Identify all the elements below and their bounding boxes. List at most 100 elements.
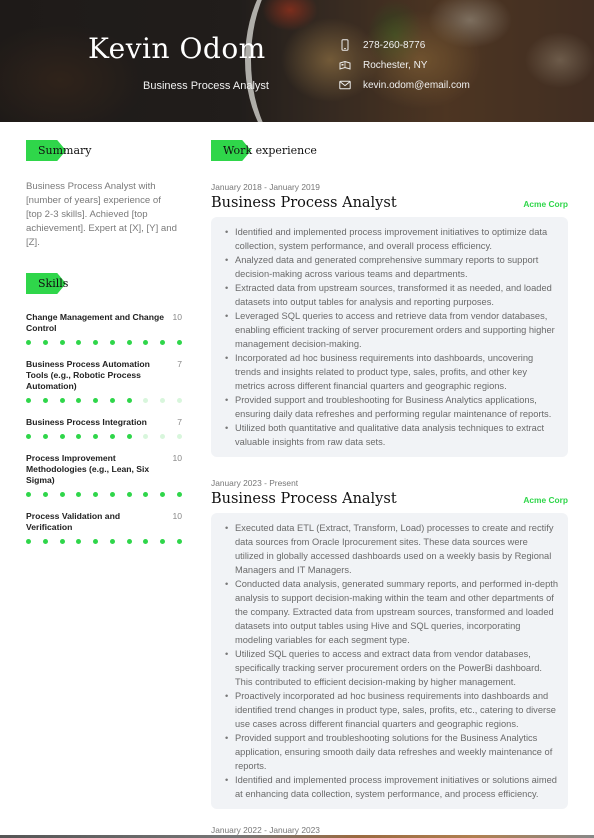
job-entry: January 2023 - Present Business Process A… (211, 478, 568, 809)
right-column: Work experience January 2018 - January 2… (211, 140, 568, 809)
rating-dot-filled (109, 340, 115, 345)
rating-dot-filled (76, 340, 82, 345)
rating-dot-filled (93, 492, 99, 497)
skill-level: 10 (172, 453, 182, 463)
rating-dot-filled (26, 492, 31, 497)
skill-level: 10 (172, 312, 182, 322)
summary-text: Business Process Analyst with [number of… (26, 181, 177, 248)
rating-dot-filled (26, 398, 31, 403)
skill-row: Process Improvement Methodologies (e.g.,… (26, 453, 182, 486)
rating-dot-empty (143, 398, 149, 403)
rating-dot-filled (143, 492, 149, 497)
rating-dot-filled (26, 340, 31, 345)
rating-dot-filled (42, 340, 48, 345)
job-date: January 2022 - January 2023 (211, 825, 320, 835)
job-bullet: Provided support and troubleshooting for… (225, 393, 558, 421)
header-banner: Kevin Odom Business Process Analyst 278-… (0, 0, 594, 122)
rating-dot-filled (59, 434, 65, 439)
job-bullets: Identified and implemented process impro… (225, 225, 558, 449)
left-column: Summary Business Process Analyst with [n… (26, 140, 182, 558)
skills-list: Change Management and Change Control 10 Bu… (26, 312, 182, 544)
job-company: Acme Corp (523, 199, 568, 209)
rating-dot-filled (59, 539, 65, 544)
rating-dot-filled (143, 539, 149, 544)
rating-dot-empty (176, 434, 182, 439)
skill-row: Business Process Automation Tools (e.g.,… (26, 359, 182, 392)
skills-heading: Skills (26, 273, 68, 294)
rating-dot-filled (93, 434, 99, 439)
summary-heading: Summary (26, 140, 92, 161)
phone-icon (339, 39, 351, 51)
skill-row: Process Validation and Verification 10 (26, 511, 182, 533)
skill-rating-dots (26, 340, 182, 345)
skill-name: Process Improvement Methodologies (e.g.,… (26, 453, 150, 485)
job-date: January 2018 - January 2019 (211, 182, 320, 192)
rating-dot-filled (143, 340, 149, 345)
job-header: Business Process Analyst Acme Corp (211, 195, 568, 211)
job-bullet: Conducted data analysis, generated summa… (225, 577, 558, 647)
skill-item: Process Improvement Methodologies (e.g.,… (26, 453, 182, 497)
job-bullet: Analyzed data and generated comprehensiv… (225, 253, 558, 281)
job-description-box: Executed data ETL (Extract, Transform, L… (211, 513, 568, 809)
rating-dot-filled (176, 539, 182, 544)
rating-dot-filled (26, 434, 31, 439)
skill-rating-dots (26, 398, 182, 403)
rating-dot-filled (76, 398, 82, 403)
contact-phone: 278-260-8776 (339, 35, 470, 55)
phone-number: 278-260-8776 (363, 39, 426, 51)
contact-location: Rochester, NY (339, 55, 470, 75)
skill-name: Business Process Integration (26, 417, 147, 427)
rating-dot-filled (76, 434, 82, 439)
job-bullet: Provided support and troubleshooting sol… (225, 731, 558, 773)
rating-dot-empty (143, 434, 149, 439)
rating-dot-filled (93, 340, 99, 345)
job-description-box: Identified and implemented process impro… (211, 217, 568, 457)
skill-name: Change Management and Change Control (26, 312, 164, 333)
rating-dot-filled (42, 398, 48, 403)
email-icon (339, 79, 351, 91)
rating-dot-filled (42, 492, 48, 497)
rating-dot-filled (59, 492, 65, 497)
rating-dot-filled (93, 539, 99, 544)
job-bullet: Executed data ETL (Extract, Transform, L… (225, 521, 558, 577)
job-bullet: Extracted data from upstream sources, tr… (225, 281, 558, 309)
job-title: Business Process Analyst (211, 195, 397, 211)
rating-dot-filled (126, 492, 132, 497)
skill-name: Process Validation and Verification (26, 511, 121, 532)
job-bullet: Leveraged SQL queries to access and retr… (225, 309, 558, 351)
job-company: Acme Corp (523, 495, 568, 505)
skill-rating-dots (26, 434, 182, 439)
rating-dot-filled (93, 398, 99, 403)
skill-rating-dots (26, 539, 182, 544)
job-header: Business Process Analyst Acme Corp (211, 491, 568, 507)
candidate-name: Kevin Odom (88, 32, 266, 65)
rating-dot-filled (160, 539, 166, 544)
email-address[interactable]: kevin.odom@email.com (363, 80, 470, 91)
job-bullet: Proactively incorporated ad hoc business… (225, 689, 558, 731)
skill-row: Change Management and Change Control 10 (26, 312, 182, 334)
location-icon (339, 59, 351, 71)
location-text: Rochester, NY (363, 59, 428, 71)
contact-list: 278-260-8776 Rochester, NY kevin.odom@em… (339, 35, 470, 95)
skill-item: Change Management and Change Control 10 (26, 312, 182, 345)
skill-rating-dots (26, 492, 182, 497)
skill-item: Process Validation and Verification 10 (26, 511, 182, 544)
skill-item: Business Process Integration 7 (26, 417, 182, 439)
contact-email: kevin.odom@email.com (339, 75, 470, 95)
rating-dot-filled (76, 539, 82, 544)
rating-dot-filled (126, 398, 132, 403)
rating-dot-filled (26, 539, 31, 544)
work-experience-heading: Work experience (211, 140, 317, 161)
skill-item: Business Process Automation Tools (e.g.,… (26, 359, 182, 403)
rating-dot-filled (42, 434, 48, 439)
rating-dot-filled (109, 434, 115, 439)
skill-level: 7 (177, 417, 182, 427)
rating-dot-filled (59, 398, 65, 403)
rating-dot-empty (160, 398, 166, 403)
job-bullets: Executed data ETL (Extract, Transform, L… (225, 521, 558, 801)
rating-dot-empty (160, 434, 166, 439)
job-bullet: Identified and implemented process impro… (225, 225, 558, 253)
rating-dot-filled (76, 492, 82, 497)
rating-dot-filled (42, 539, 48, 544)
rating-dot-filled (109, 492, 115, 497)
